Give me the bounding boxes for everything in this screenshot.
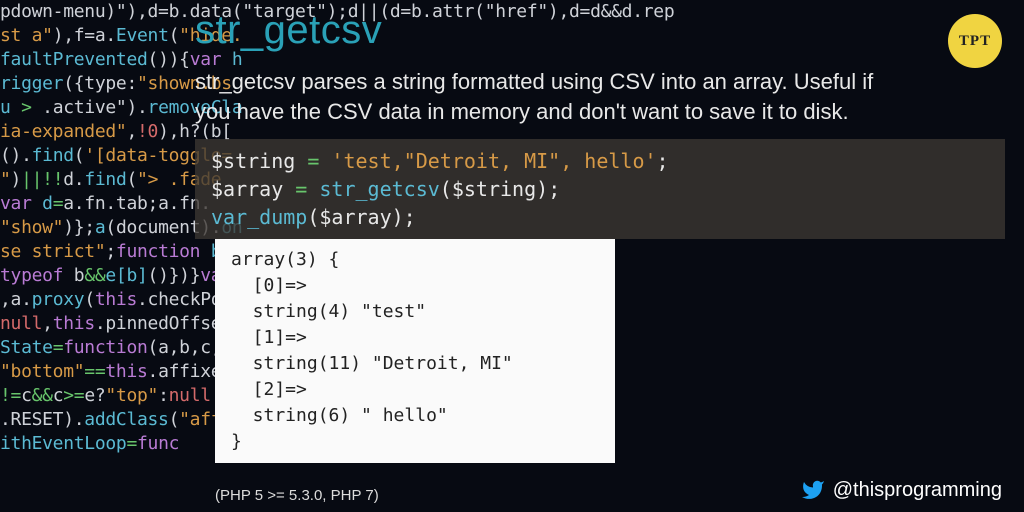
code-string: 'test,"Detroit, MI", hello'	[331, 149, 656, 173]
function-description: str_getcsv parses a string formatted usi…	[195, 67, 905, 127]
code-function: str_getcsv	[319, 177, 439, 201]
code-output: array(3) { [0]=> string(4) "test" [1]=> …	[215, 239, 615, 463]
twitter-icon	[801, 478, 825, 502]
code-function: var_dump	[211, 205, 307, 229]
main-content: str_getcsv str_getcsv parses a string fo…	[195, 8, 1005, 463]
code-var: $array	[211, 177, 283, 201]
code-example: $string = 'test,"Detroit, MI", hello'; $…	[195, 139, 1005, 239]
php-version-note: (PHP 5 >= 5.3.0, PHP 7)	[215, 487, 379, 504]
handle-text: @thisprogramming	[833, 479, 1002, 502]
code-var: $string	[211, 149, 295, 173]
social-handle[interactable]: @thisprogramming	[801, 478, 1002, 502]
function-title: str_getcsv	[195, 8, 1005, 53]
